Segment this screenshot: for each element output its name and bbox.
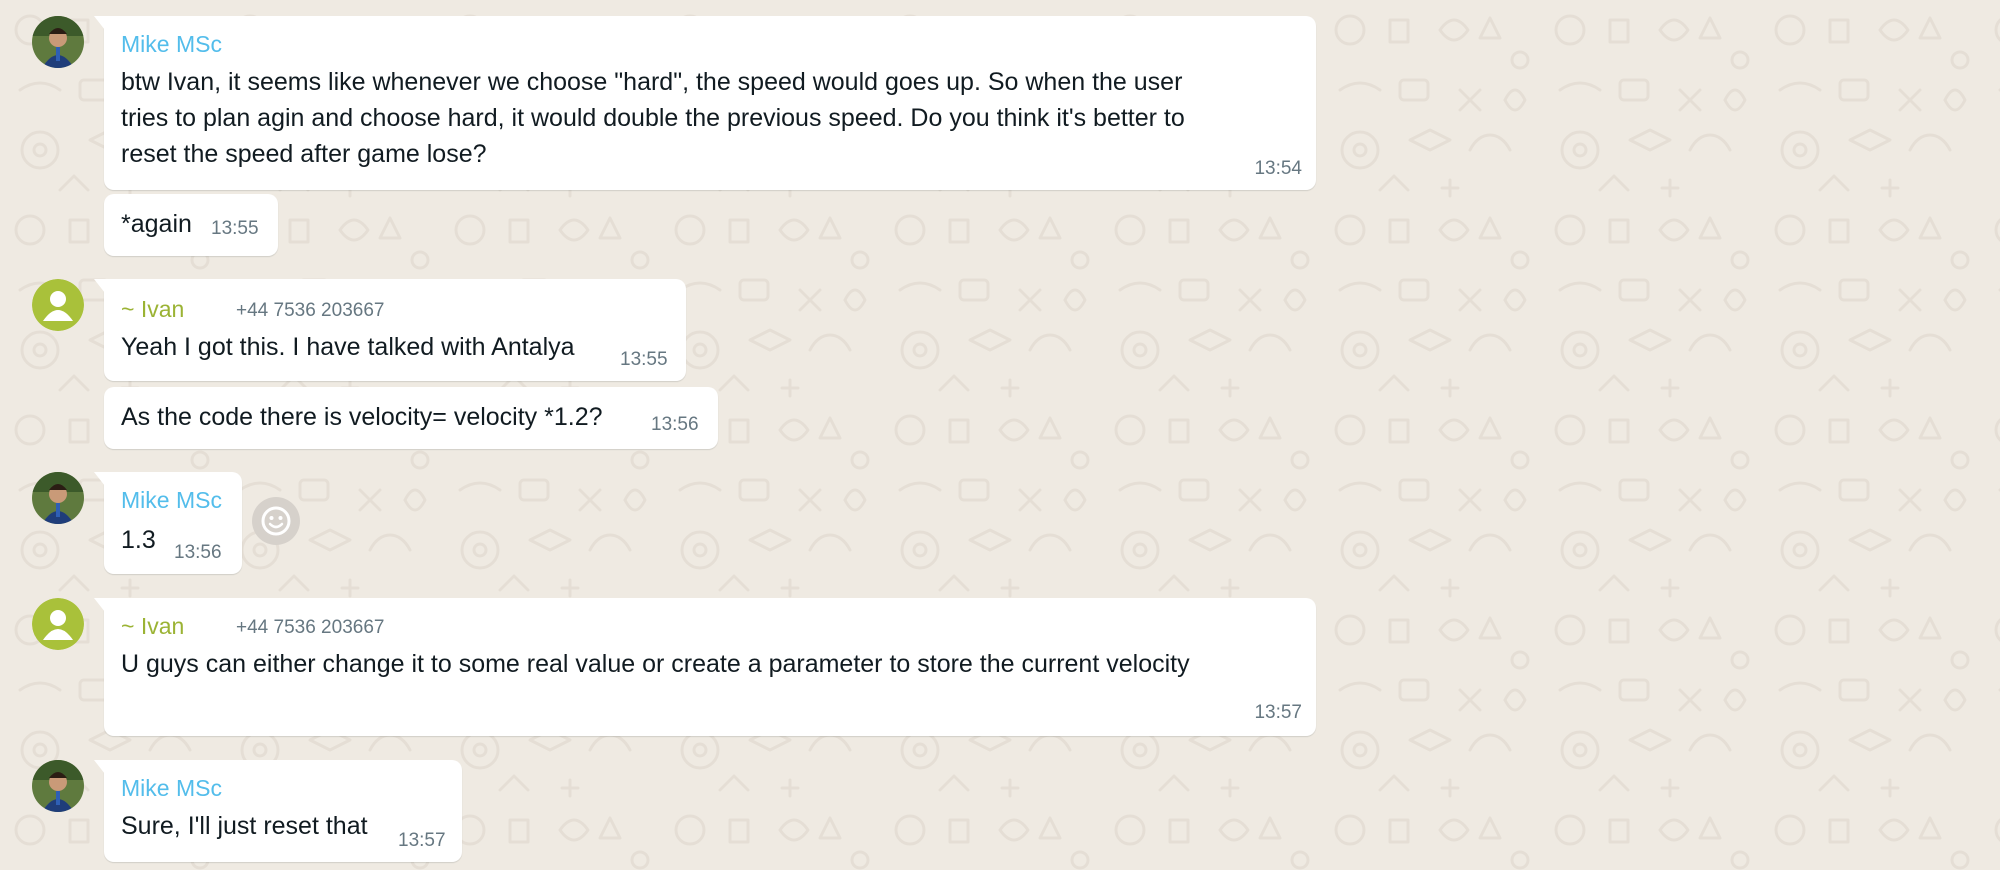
message-time: 13:57 [398, 830, 446, 851]
message-bubble[interactable]: Mike MSc btw Ivan, it seems like wheneve… [94, 16, 1316, 190]
smiley-face-icon [261, 506, 291, 536]
message-bubble[interactable]: As the code there is velocity= velocity … [104, 387, 718, 449]
bubble-tail [94, 598, 105, 612]
message-time: 13:54 [1254, 158, 1302, 179]
message-time: 13:56 [651, 414, 699, 435]
sender-avatar-photo[interactable] [32, 16, 84, 68]
message-bubble[interactable]: ~ Ivan +44 7536 203667 Yeah I got this. … [94, 279, 686, 381]
sender-name[interactable]: ~ Ivan [121, 295, 184, 323]
sender-avatar-default[interactable] [32, 279, 84, 331]
photo-avatar-icon [32, 16, 84, 68]
message-text-line: U guys can either change it to some real… [121, 650, 1190, 678]
message-time: 13:55 [620, 349, 668, 370]
reaction-button[interactable] [252, 497, 300, 545]
message-text-line: Sure, I'll just reset that [121, 812, 368, 840]
message-text-line: *again [121, 210, 192, 238]
message-time: 13:56 [174, 542, 222, 563]
sender-phone-number[interactable]: +44 7536 203667 [236, 616, 384, 640]
photo-avatar-icon [32, 760, 84, 812]
sender-avatar-default[interactable] [32, 598, 84, 650]
bubble-tail [94, 760, 105, 774]
message-time: 13:55 [211, 218, 259, 239]
sender-phone-number[interactable]: +44 7536 203667 [236, 299, 384, 323]
bubble-tail [94, 472, 105, 486]
sender-name[interactable]: ~ Ivan [121, 612, 184, 640]
message-bubble[interactable]: Mike MSc 1.3 13:56 [94, 472, 242, 574]
sender-name[interactable]: Mike MSc [121, 486, 222, 514]
bubble-tail [94, 279, 105, 293]
message-text-line: btw Ivan, it seems like whenever we choo… [121, 68, 1183, 96]
default-person-avatar-icon [32, 598, 84, 650]
default-person-avatar-icon [32, 279, 84, 331]
sender-name[interactable]: Mike MSc [121, 774, 222, 802]
message-text-line: reset the speed after game lose? [121, 140, 487, 168]
sender-avatar-photo[interactable] [32, 760, 84, 812]
sender-name[interactable]: Mike MSc [121, 30, 222, 58]
message-bubble[interactable]: *again 13:55 [104, 194, 278, 256]
sender-avatar-photo[interactable] [32, 472, 84, 524]
message-time: 13:57 [1254, 702, 1302, 723]
message-text-line: 1.3 [121, 526, 156, 554]
message-text-line: tries to plan agin and choose hard, it w… [121, 104, 1185, 132]
message-text-line: As the code there is velocity= velocity … [121, 403, 603, 431]
bubble-tail [94, 16, 105, 30]
message-bubble[interactable]: ~ Ivan +44 7536 203667 U guys can either… [94, 598, 1316, 736]
message-bubble[interactable]: Mike MSc Sure, I'll just reset that 13:5… [94, 760, 462, 862]
message-text-line: Yeah I got this. I have talked with Anta… [121, 333, 575, 361]
photo-avatar-icon [32, 472, 84, 524]
